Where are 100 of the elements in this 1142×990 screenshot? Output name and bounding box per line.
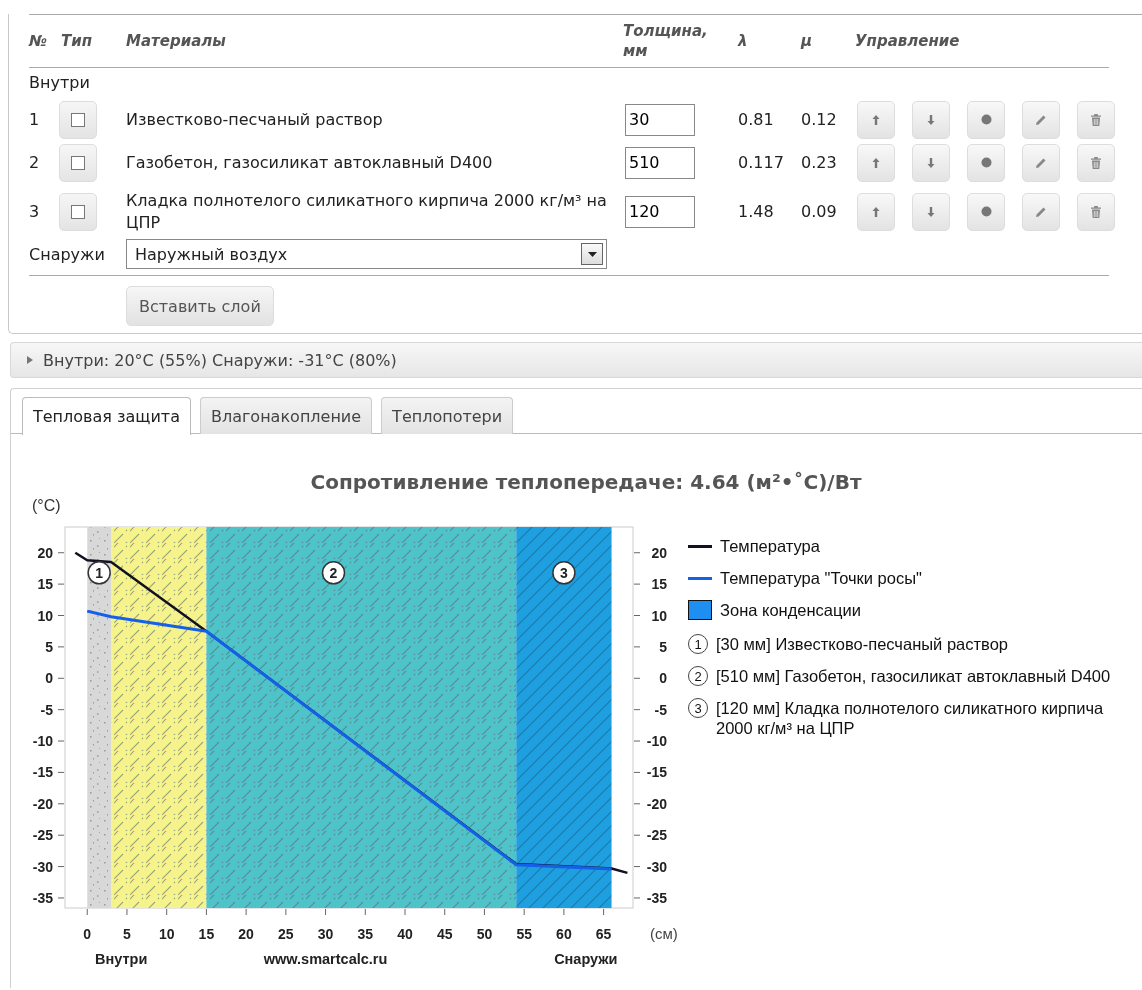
- tick-label: 5: [123, 926, 131, 942]
- tick-label: 50: [476, 926, 493, 942]
- move-down-button[interactable]: [912, 192, 950, 231]
- tick-label: 40: [397, 926, 413, 942]
- arrow-up-icon: [871, 113, 881, 126]
- tick-label: 60: [556, 926, 572, 942]
- edit-button[interactable]: [1022, 100, 1060, 139]
- thickness-field[interactable]: 30: [625, 103, 695, 136]
- move-up-button[interactable]: [857, 100, 895, 139]
- move-down-button[interactable]: [912, 100, 950, 139]
- material-name: Кладка полнотелого силикатного кирпича 2000 кг/м³ на ЦПР: [126, 189, 608, 234]
- row-number: 3: [29, 202, 40, 221]
- column-header: №: [29, 31, 49, 51]
- tick-label: 25: [278, 926, 294, 942]
- legend-label: [120 мм] Кладка полнотелого силикатного кирпича 2000 кг/м³ на ЦПР: [716, 698, 1105, 738]
- chart-title: Сопротивление теплопередаче: 4.64 (м²•˚С)/Вт: [309, 469, 863, 496]
- tick-label: 15: [651, 576, 667, 593]
- checkbox[interactable]: [71, 112, 85, 127]
- footer-label: Внутри: [95, 951, 148, 967]
- tick-label: -15: [32, 764, 53, 781]
- lambda-value: 0.81: [738, 110, 774, 129]
- layer-number-marker: 1: [87, 561, 111, 585]
- tick-label: 5: [45, 638, 53, 655]
- material-name: Известково-песчаный раствор: [126, 108, 384, 131]
- checkbox[interactable]: [71, 155, 85, 170]
- tick-label: -10: [646, 733, 667, 750]
- outside-select[interactable]: Наружный воздух: [126, 239, 607, 269]
- outside-label: Снаружи: [29, 244, 106, 264]
- mu-value: 0.23: [801, 153, 837, 172]
- delete-button[interactable]: [1077, 100, 1115, 139]
- trash-icon: [1090, 112, 1102, 127]
- arrow-down-icon: [926, 205, 936, 218]
- lambda-value: 0.117: [738, 153, 784, 172]
- pencil-icon: [1035, 156, 1047, 169]
- tab[interactable]: Влагонакопление: [199, 397, 373, 434]
- annotation: 3: [559, 564, 568, 581]
- tab[interactable]: Теплопотери: [381, 397, 514, 434]
- mu-value: 0.09: [801, 202, 837, 221]
- tick-label: -25: [646, 827, 667, 844]
- tick-label: -15: [646, 764, 667, 781]
- type-button[interactable]: [59, 100, 97, 139]
- move-down-button[interactable]: [912, 143, 950, 182]
- tick-label: 0: [83, 926, 92, 942]
- tick-label: 20: [238, 926, 254, 942]
- select-button[interactable]: [967, 100, 1005, 139]
- checkbox[interactable]: [71, 204, 85, 219]
- footer-label: www.smartcalc.ru: [263, 951, 388, 967]
- tick-label: 5: [659, 638, 667, 655]
- tick-label: -30: [646, 858, 667, 875]
- pencil-icon: [1035, 113, 1047, 126]
- tick-label: 20: [651, 544, 667, 561]
- move-up-button[interactable]: [857, 143, 895, 182]
- column-header: Управление: [855, 31, 961, 51]
- tick-label: 35: [357, 926, 374, 942]
- tab[interactable]: Тепловая защита: [22, 397, 191, 435]
- thickness-field[interactable]: 120: [625, 195, 695, 228]
- inside-label: Внутри: [29, 72, 91, 94]
- type-button[interactable]: [59, 143, 97, 182]
- tick-label: 30: [317, 926, 334, 942]
- column-header: Материалы: [126, 31, 227, 51]
- edit-button[interactable]: [1022, 192, 1060, 231]
- move-up-button[interactable]: [857, 192, 895, 231]
- dropdown-arrow-icon: [587, 251, 597, 257]
- tick-label: -30: [32, 858, 53, 875]
- tick-label: -20: [32, 795, 53, 812]
- legend-label: [30 мм] Известково-песчаный раствор: [716, 634, 1009, 654]
- column-header: Толщина, мм: [623, 21, 709, 61]
- tick-label: 55: [516, 926, 532, 942]
- delete-button[interactable]: [1077, 192, 1115, 231]
- layer-number-marker: 2: [321, 561, 346, 585]
- layer-number-marker: 3: [552, 561, 576, 585]
- tick-label: 10: [158, 926, 175, 942]
- mu-value: 0.12: [801, 110, 837, 129]
- tick-label: 65: [595, 926, 612, 942]
- edit-button[interactable]: [1022, 143, 1060, 182]
- tick-label: 15: [198, 926, 215, 942]
- trash-icon: [1090, 155, 1102, 170]
- tick-label: 20: [37, 544, 53, 561]
- thickness-field[interactable]: 510: [625, 146, 695, 179]
- arrow-up-icon: [871, 156, 881, 169]
- tick-label: -20: [646, 795, 667, 812]
- type-button[interactable]: [59, 192, 97, 231]
- column-header: μ: [801, 31, 814, 51]
- delete-button[interactable]: [1077, 143, 1115, 182]
- column-header: λ: [738, 31, 749, 51]
- tick-label: 0: [659, 670, 667, 687]
- tick-label: 10: [651, 607, 667, 624]
- axis-unit: (см): [650, 925, 678, 942]
- select-button[interactable]: [967, 192, 1005, 231]
- footer-label: Снаружи: [554, 951, 618, 967]
- select-button[interactable]: [967, 143, 1005, 182]
- column-header: Тип: [61, 31, 94, 51]
- legend-label: [510 мм] Газобетон, газосиликат автоклавный D400: [716, 666, 1112, 686]
- tick-label: -5: [40, 701, 53, 718]
- arrow-down-icon: [926, 156, 936, 169]
- tick-label: -10: [32, 733, 53, 750]
- tick-label: -5: [654, 701, 667, 718]
- arrow-up-icon: [871, 205, 881, 218]
- insert-layer-button[interactable]: Вставить слой: [126, 286, 274, 326]
- axis-unit: (°C): [32, 497, 61, 514]
